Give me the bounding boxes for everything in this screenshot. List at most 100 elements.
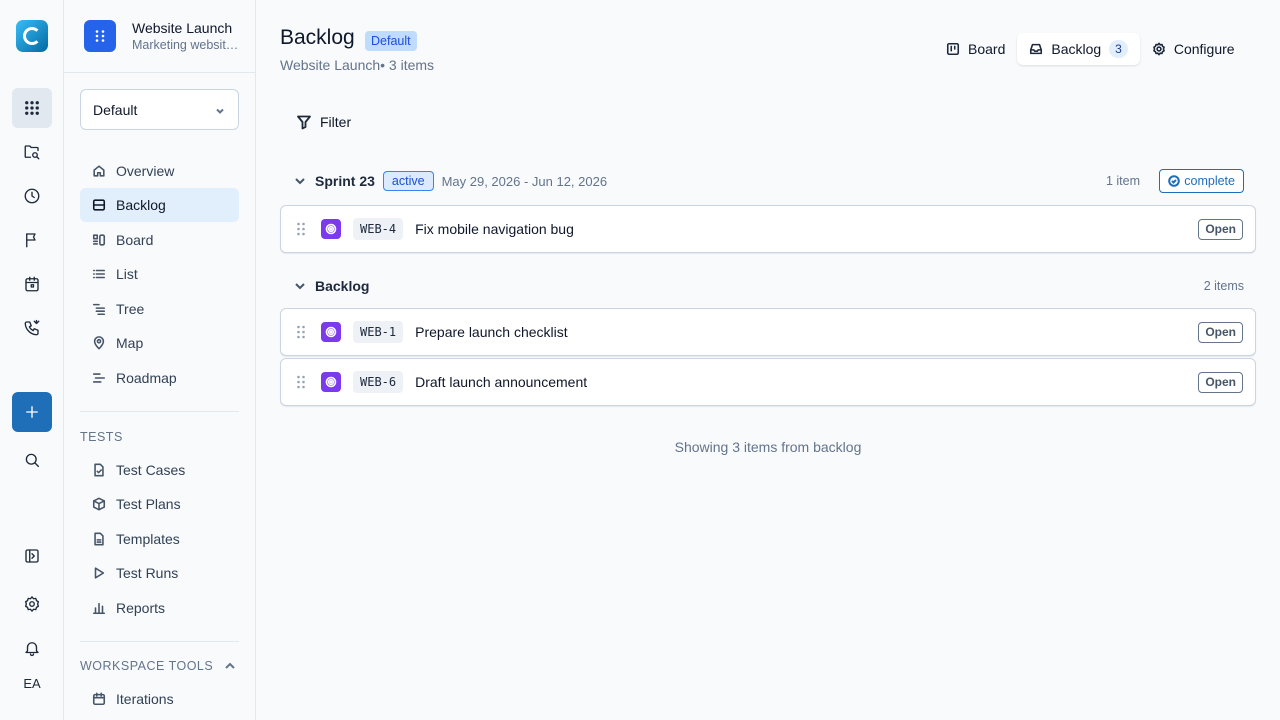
sprint-dates: May 29, 2026 - Jun 12, 2026 <box>441 173 608 189</box>
item-status-badge[interactable]: Open <box>1198 322 1243 343</box>
nav-item-test-plans[interactable]: Test Plans <box>80 487 239 521</box>
bar-chart-icon <box>92 601 106 615</box>
phone-icon[interactable] <box>12 308 52 348</box>
board-icon <box>92 233 106 247</box>
backlog-item-count: 2 items <box>1203 279 1244 293</box>
view-select-value: Default <box>93 101 138 118</box>
section-label-tests: TESTS <box>80 430 123 444</box>
filter-label: Filter <box>320 114 352 130</box>
roadmap-icon <box>92 371 106 385</box>
sprint-title: Sprint 23 <box>315 173 375 189</box>
nav-item-test-runs[interactable]: Test Runs <box>80 556 239 590</box>
search-icon[interactable] <box>12 440 52 480</box>
backlog-item-row[interactable]: WEB-4 Fix mobile navigation bug Open <box>280 205 1256 253</box>
tab-count-badge: 3 <box>1109 40 1128 58</box>
nav-item-label: Roadmap <box>116 370 177 386</box>
package-icon <box>92 497 106 511</box>
tab-board[interactable]: Board <box>934 33 1017 65</box>
calendar-icon[interactable] <box>12 264 52 304</box>
issue-type-icon <box>321 372 341 392</box>
backlog-group-header[interactable]: Backlog 2 items <box>280 273 1256 299</box>
item-title[interactable]: Draft launch announcement <box>415 374 587 390</box>
plus-icon[interactable] <box>12 392 52 432</box>
chevron-down-icon <box>214 104 226 116</box>
item-key[interactable]: WEB-6 <box>353 371 404 393</box>
nav-item-tree[interactable]: Tree <box>80 292 239 326</box>
drag-handle-icon[interactable] <box>296 325 306 339</box>
icon-rail: EA <box>0 0 64 720</box>
nav-item-board[interactable]: Board <box>80 223 239 257</box>
item-title[interactable]: Fix mobile navigation bug <box>415 221 574 237</box>
file-check-icon <box>92 463 106 477</box>
backlog-item-row[interactable]: WEB-6 Draft launch announcement Open <box>280 358 1256 406</box>
tab-configure[interactable]: Configure <box>1140 33 1247 65</box>
nav-item-overview[interactable]: Overview <box>80 154 239 188</box>
item-title[interactable]: Prepare launch checklist <box>415 324 568 340</box>
project-header[interactable]: Website Launch Marketing website launch <box>64 0 255 73</box>
nav-item-label: Iterations <box>116 691 174 707</box>
tab-label: Board <box>968 41 1006 57</box>
bell-icon[interactable] <box>12 628 52 668</box>
item-status-badge[interactable]: Open <box>1198 219 1243 240</box>
section-label-workspace-tools: WORKSPACE TOOLS <box>80 659 214 673</box>
complete-label: complete <box>1184 174 1235 188</box>
user-avatar[interactable]: EA <box>12 676 52 691</box>
backlog-group-title: Backlog <box>315 278 370 294</box>
nav-item-map[interactable]: Map <box>80 326 239 360</box>
nav-item-roadmap[interactable]: Roadmap <box>80 361 239 395</box>
complete-sprint-button[interactable]: complete <box>1159 169 1244 193</box>
nav-item-reports[interactable]: Reports <box>80 591 239 625</box>
backlog-icon <box>92 198 106 212</box>
nav-item-label: List <box>116 266 138 282</box>
view-tabs: Board Backlog 3 Configure <box>934 33 1247 65</box>
chevron-down-icon[interactable] <box>293 279 307 293</box>
nav-item-list[interactable]: List <box>80 257 239 291</box>
tree-icon <box>92 302 106 316</box>
nav-item-label: Test Cases <box>116 462 186 478</box>
main-content: Backlog Default Website Launch• 3 items … <box>256 0 1280 720</box>
item-key[interactable]: WEB-4 <box>353 218 404 240</box>
backlog-footer-text: Showing 3 items from backlog <box>674 439 862 455</box>
clock-icon[interactable] <box>12 176 52 216</box>
chevron-up-icon[interactable] <box>223 659 237 673</box>
filter-button[interactable]: Filter <box>284 105 363 139</box>
play-icon <box>92 566 106 580</box>
app-logo-icon[interactable] <box>16 20 48 52</box>
nav-item-backlog[interactable]: Backlog <box>80 188 239 222</box>
flag-icon[interactable] <box>12 220 52 260</box>
apps-grid-icon[interactable] <box>12 88 52 128</box>
nav-item-label: Test Runs <box>116 565 179 581</box>
item-key[interactable]: WEB-1 <box>353 321 404 343</box>
item-status-badge[interactable]: Open <box>1198 372 1243 393</box>
nav-item-label: Templates <box>116 531 180 547</box>
nav-item-iterations[interactable]: Iterations <box>80 682 239 716</box>
folder-search-icon[interactable] <box>12 132 52 172</box>
board-icon <box>946 42 960 56</box>
tab-backlog[interactable]: Backlog 3 <box>1017 33 1140 65</box>
gear-icon <box>1152 42 1165 56</box>
project-subtitle: Marketing website launch <box>132 38 240 52</box>
settings-icon[interactable] <box>12 584 52 624</box>
sidebar-toggle-icon[interactable] <box>12 536 52 576</box>
tab-label: Configure <box>1173 41 1235 57</box>
drag-handle-icon[interactable] <box>296 222 306 236</box>
nav-item-label: Test Plans <box>116 496 181 512</box>
issue-type-icon <box>321 219 341 239</box>
calendar-icon <box>92 692 106 706</box>
sidebar-divider <box>80 641 239 642</box>
sprint-group-header[interactable]: Sprint 23 active May 29, 2026 - Jun 12, … <box>280 168 1256 194</box>
nav-item-templates[interactable]: Templates <box>80 522 239 556</box>
map-pin-icon <box>92 336 106 350</box>
nav-item-test-cases[interactable]: Test Cases <box>80 453 239 487</box>
tab-label: Backlog <box>1051 41 1102 57</box>
page-subtitle: Website Launch• 3 items <box>280 57 435 73</box>
backlog-item-row[interactable]: WEB-1 Prepare launch checklist Open <box>280 308 1256 356</box>
view-select[interactable]: Default <box>80 89 239 130</box>
sprint-item-count: 1 item <box>1105 174 1140 188</box>
drag-handle-icon[interactable] <box>296 375 306 389</box>
project-sidebar: Website Launch Marketing website launch … <box>64 0 256 720</box>
check-circle-icon <box>1168 175 1181 187</box>
project-grid-icon <box>84 20 116 52</box>
chevron-down-icon[interactable] <box>293 174 307 188</box>
sidebar-divider <box>80 411 239 412</box>
